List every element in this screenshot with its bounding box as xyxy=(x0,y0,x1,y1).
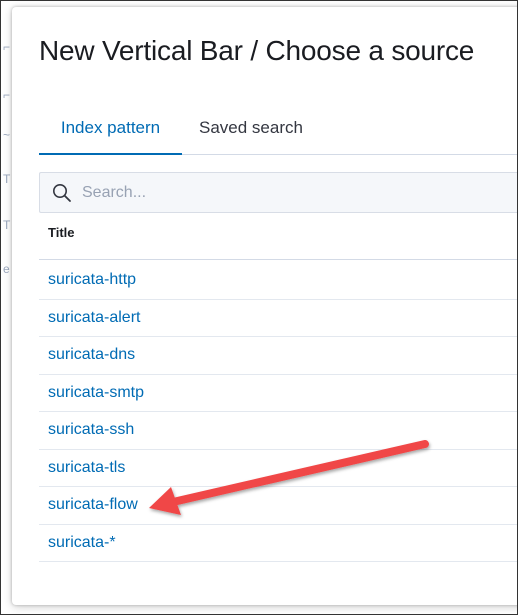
choose-source-modal: New Vertical Bar / Choose a source Index… xyxy=(12,7,517,605)
table-row: suricata-flow xyxy=(39,487,517,525)
table-row: suricata-ssh xyxy=(39,412,517,450)
column-header-title[interactable]: Title xyxy=(39,214,517,260)
modal-title: New Vertical Bar / Choose a source xyxy=(39,35,475,66)
table-row: suricata-tls xyxy=(39,450,517,487)
index-pattern-table: Title suricata-http suricata-alert suric… xyxy=(39,214,517,562)
index-pattern-link[interactable]: suricata-tls xyxy=(48,459,125,476)
index-pattern-link[interactable]: suricata-* xyxy=(48,534,116,551)
table-row: suricata-dns xyxy=(39,337,517,375)
index-pattern-link[interactable]: suricata-smtp xyxy=(48,384,144,401)
search-field[interactable] xyxy=(39,172,517,213)
screenshot-frame: ⌐ ⌐ ~ T T e New Vertical Bar / Choose a … xyxy=(0,0,518,615)
table-row: suricata-* xyxy=(39,525,517,562)
tab-index-pattern[interactable]: Index pattern xyxy=(39,107,182,155)
table-row: suricata-http xyxy=(39,262,517,300)
table-row: suricata-smtp xyxy=(39,375,517,412)
index-pattern-link[interactable]: suricata-ssh xyxy=(48,421,134,438)
search-input[interactable] xyxy=(82,173,517,212)
source-tabs: Index pattern Saved search xyxy=(39,107,517,155)
tab-saved-search[interactable]: Saved search xyxy=(199,107,303,153)
index-pattern-link[interactable]: suricata-dns xyxy=(48,346,135,363)
table-row: suricata-alert xyxy=(39,300,517,337)
search-icon xyxy=(53,184,71,202)
index-pattern-link[interactable]: suricata-http xyxy=(48,271,136,288)
index-pattern-link[interactable]: suricata-alert xyxy=(48,309,140,326)
table-rows: suricata-http suricata-alert suricata-dn… xyxy=(39,262,517,562)
index-pattern-link[interactable]: suricata-flow xyxy=(48,496,138,513)
